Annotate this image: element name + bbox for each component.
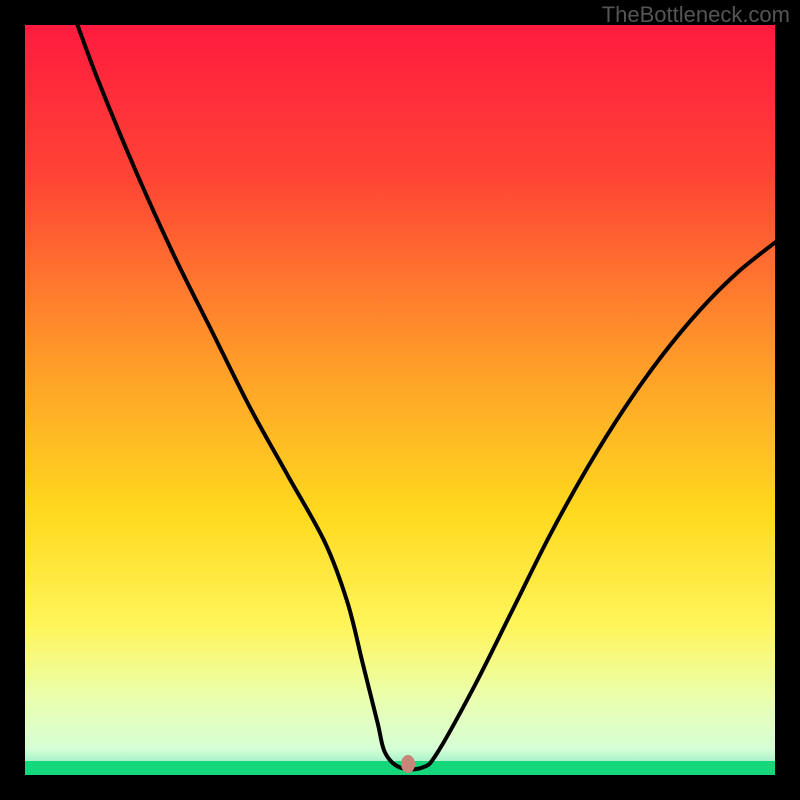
watermark-text: TheBottleneck.com [602, 2, 790, 28]
chart-marker-dot [401, 755, 415, 773]
chart-plot-area [25, 25, 775, 775]
chart-curve [25, 25, 775, 775]
